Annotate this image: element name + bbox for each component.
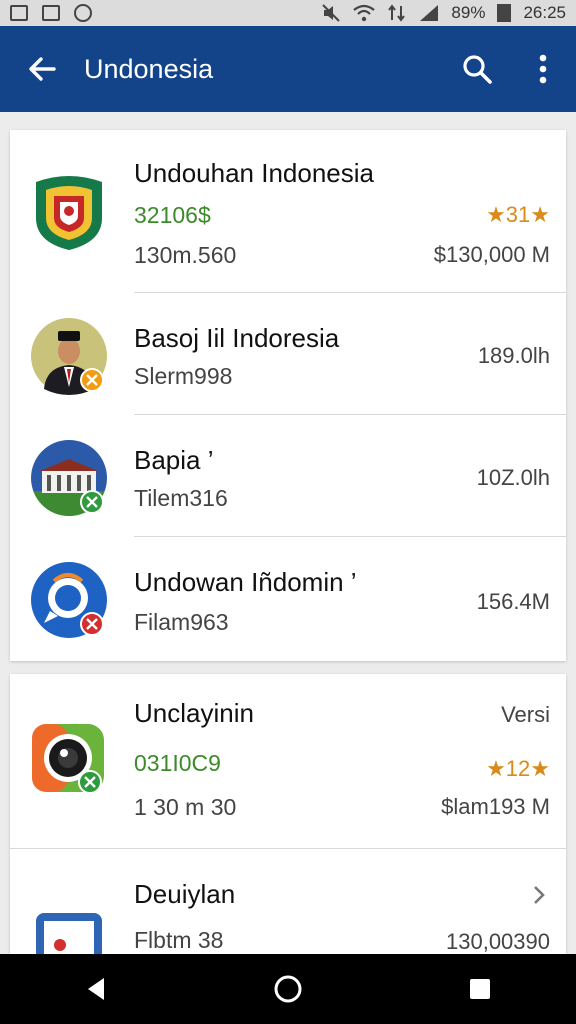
navigation-bar bbox=[0, 954, 576, 1024]
wifi-icon bbox=[353, 4, 376, 22]
app-list-card: Undouhan Indonesia 32106$ 130m.560 ★31★ … bbox=[10, 130, 566, 661]
content-area[interactable]: Undouhan Indonesia 32106$ 130m.560 ★31★ … bbox=[0, 112, 576, 954]
app-subtitle: Slerm998 bbox=[134, 363, 233, 389]
person-avatar-icon bbox=[31, 318, 107, 395]
app-icon bbox=[30, 317, 108, 395]
image-icon bbox=[42, 5, 60, 21]
list-item[interactable]: Deuiylan Flbtm 38 130,00390 bbox=[10, 849, 566, 954]
search-icon bbox=[463, 55, 492, 84]
nav-recents-button[interactable] bbox=[450, 959, 510, 1019]
status-bar: 89% 26:25 bbox=[0, 0, 576, 26]
app-title: Deuiylan bbox=[134, 879, 236, 909]
clock-icon bbox=[74, 4, 92, 22]
battery-text: 89% bbox=[451, 3, 486, 22]
app-subtitle: Flbtm 38 bbox=[134, 927, 224, 953]
notification-icon bbox=[10, 5, 28, 21]
app-size: 130m.560 bbox=[134, 242, 237, 268]
nav-home-button[interactable] bbox=[258, 959, 318, 1019]
data-icon bbox=[388, 4, 406, 22]
app-icon bbox=[30, 905, 108, 954]
circle-home-icon bbox=[274, 975, 302, 1003]
more-options-button[interactable] bbox=[510, 26, 576, 112]
status-left bbox=[10, 4, 92, 22]
building-icon bbox=[31, 440, 107, 516]
nav-back-button[interactable] bbox=[66, 959, 126, 1019]
app-value: 189.0lh bbox=[477, 343, 550, 368]
app-price: 32106$ bbox=[134, 202, 211, 228]
app-title: Basoj Iil Indoresia bbox=[134, 323, 340, 353]
app-title: Bapia ’ bbox=[134, 445, 214, 475]
mute-icon bbox=[322, 4, 341, 22]
chat-icon bbox=[31, 562, 107, 638]
signal-icon bbox=[420, 5, 439, 21]
arrow-back-icon bbox=[29, 57, 56, 81]
back-button[interactable] bbox=[0, 26, 84, 112]
status-time: 26:25 bbox=[523, 3, 566, 22]
camera-icon bbox=[32, 724, 104, 794]
app-bar: Undonesia bbox=[0, 26, 576, 112]
app-title: Unclayinin bbox=[134, 698, 254, 728]
app-icon bbox=[30, 172, 108, 250]
app-icon bbox=[30, 439, 108, 517]
app-title: Undouhan Indonesia bbox=[134, 158, 374, 188]
video-icon bbox=[36, 913, 102, 954]
app-value: 130,00390 bbox=[446, 929, 550, 954]
app-rating: ★31★ bbox=[486, 202, 550, 227]
app-rating: ★12★ bbox=[486, 756, 550, 781]
app-size: 1 30 m 30 bbox=[134, 794, 237, 820]
list-item[interactable]: Undouhan Indonesia 32106$ 130m.560 ★31★ … bbox=[10, 130, 566, 293]
page-title: Undonesia bbox=[84, 53, 214, 84]
app-version: Versi bbox=[501, 702, 550, 727]
app-value: 156.4M bbox=[476, 589, 550, 614]
app-list-card: Unclayinin 031I0C9 1 30 m 30 Versi ★12★ … bbox=[10, 674, 566, 954]
battery-icon bbox=[497, 4, 512, 22]
list-item[interactable]: Bapia ’ Tilem316 10Z.0lh bbox=[10, 415, 566, 537]
search-button[interactable] bbox=[444, 26, 510, 112]
list-item[interactable]: Unclayinin 031I0C9 1 30 m 30 Versi ★12★ … bbox=[10, 674, 566, 849]
emblem-icon bbox=[36, 176, 102, 250]
chevron-right-icon[interactable] bbox=[532, 884, 546, 906]
status-right: 89% 26:25 bbox=[321, 3, 566, 23]
app-icon bbox=[30, 720, 108, 798]
app-value: $130,000 M bbox=[433, 242, 550, 267]
app-value: 10Z.0lh bbox=[476, 465, 550, 490]
square-recents-icon bbox=[470, 979, 490, 999]
app-subtitle: Tilem316 bbox=[134, 485, 228, 511]
app-subtitle: Filam963 bbox=[134, 609, 229, 635]
app-title: Undowan Iñdomin ’ bbox=[134, 567, 357, 597]
list-item[interactable]: Undowan Iñdomin ’ Filam963 156.4M bbox=[10, 537, 566, 661]
more-vert-icon bbox=[539, 54, 547, 84]
list-item[interactable]: Basoj Iil Indoresia Slerm998 189.0lh bbox=[10, 293, 566, 415]
app-value: $lam193 M bbox=[441, 794, 550, 819]
triangle-back-icon bbox=[88, 978, 104, 1000]
app-icon bbox=[30, 561, 108, 639]
app-price: 031I0C9 bbox=[134, 750, 221, 776]
